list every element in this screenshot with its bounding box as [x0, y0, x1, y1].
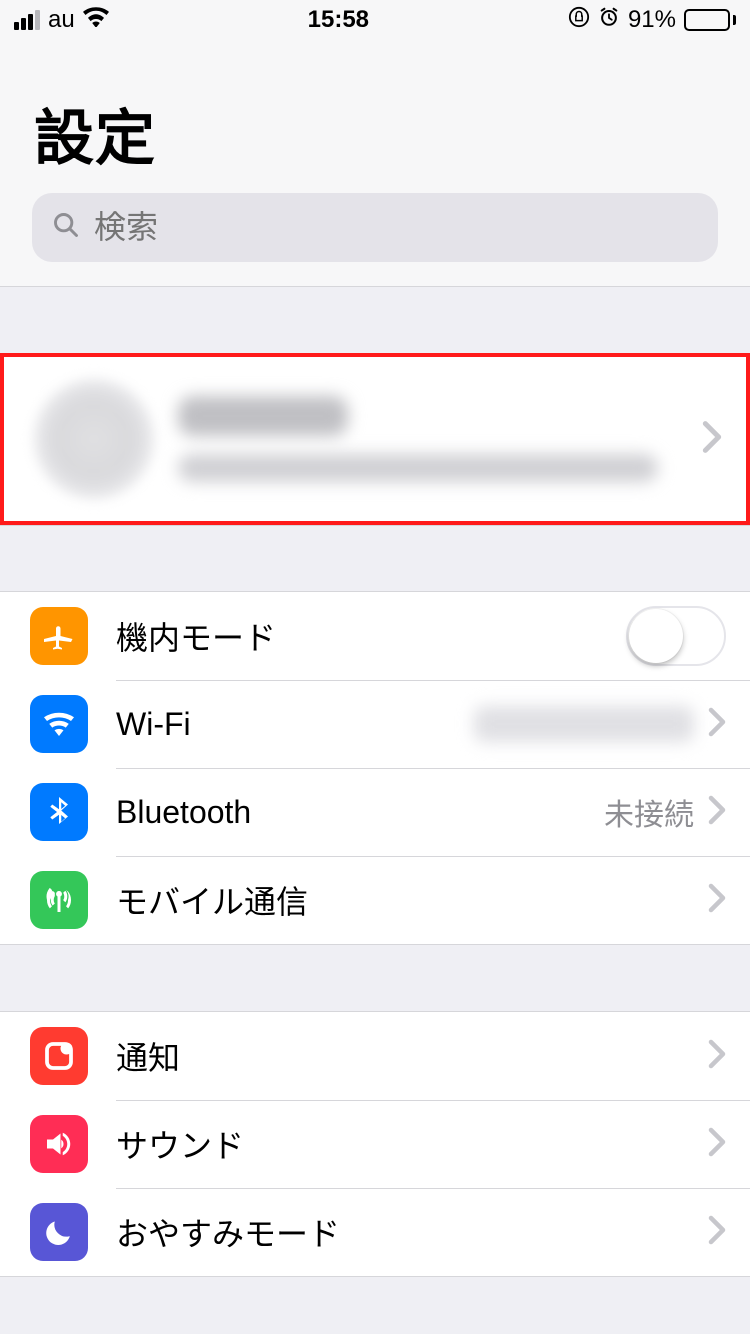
orientation-lock-icon	[568, 6, 590, 35]
airplane-icon	[30, 607, 88, 665]
chevron-right-icon	[708, 883, 726, 918]
row-sounds[interactable]: サウンド	[0, 1100, 750, 1188]
row-label: 通知	[116, 1033, 708, 1079]
search-bar[interactable]	[0, 193, 750, 287]
notification-icon	[30, 1027, 88, 1085]
moon-icon	[30, 1203, 88, 1261]
status-right: 91%	[568, 6, 736, 35]
apple-id-row[interactable]	[0, 353, 750, 525]
chevron-right-icon	[708, 707, 726, 742]
cellular-signal-icon	[14, 10, 40, 30]
row-label: サウンド	[116, 1121, 708, 1167]
wifi-status-icon	[83, 6, 109, 34]
apple-id-name	[178, 396, 348, 436]
row-airplane-mode[interactable]: 機内モード	[0, 592, 750, 680]
status-time: 15:58	[308, 6, 369, 34]
page-title: 設定	[34, 90, 716, 177]
section-gap	[0, 525, 750, 591]
row-label: モバイル通信	[116, 877, 708, 923]
row-bluetooth[interactable]: Bluetooth 未接続	[0, 768, 750, 856]
row-do-not-disturb[interactable]: おやすみモード	[0, 1188, 750, 1276]
chevron-right-icon	[702, 420, 722, 459]
row-cellular[interactable]: モバイル通信	[0, 856, 750, 944]
search-icon	[52, 211, 80, 244]
settings-group-connectivity: 機内モード Wi-Fi Bluetooth 未接続 モバイル通信	[0, 591, 750, 945]
settings-group-alerts: 通知 サウンド おやすみモード	[0, 1011, 750, 1277]
battery-percent: 91%	[628, 6, 676, 34]
status-bar: au 15:58 91%	[0, 0, 750, 40]
row-label: おやすみモード	[116, 1209, 708, 1255]
row-label: 機内モード	[116, 613, 626, 659]
apple-id-texts	[178, 396, 702, 482]
page-header: 設定	[0, 40, 750, 193]
chevron-right-icon	[708, 1039, 726, 1074]
section-gap	[0, 287, 750, 353]
row-label: Wi-Fi	[116, 706, 474, 743]
antenna-icon	[30, 871, 88, 929]
row-wifi[interactable]: Wi-Fi	[0, 680, 750, 768]
airplane-toggle[interactable]	[626, 606, 726, 666]
speaker-icon	[30, 1115, 88, 1173]
chevron-right-icon	[708, 1215, 726, 1250]
carrier-label: au	[48, 6, 75, 34]
section-gap	[0, 945, 750, 1011]
search-input[interactable]	[94, 209, 698, 246]
bluetooth-icon	[30, 783, 88, 841]
battery-icon	[684, 9, 736, 31]
bluetooth-value: 未接続	[604, 790, 694, 834]
alarm-icon	[598, 6, 620, 35]
chevron-right-icon	[708, 795, 726, 830]
status-left: au	[14, 6, 109, 34]
wifi-value	[474, 706, 694, 742]
avatar	[34, 379, 154, 499]
row-notifications[interactable]: 通知	[0, 1012, 750, 1100]
row-label: Bluetooth	[116, 794, 604, 831]
wifi-icon	[30, 695, 88, 753]
chevron-right-icon	[708, 1127, 726, 1162]
apple-id-subtitle	[178, 454, 658, 482]
